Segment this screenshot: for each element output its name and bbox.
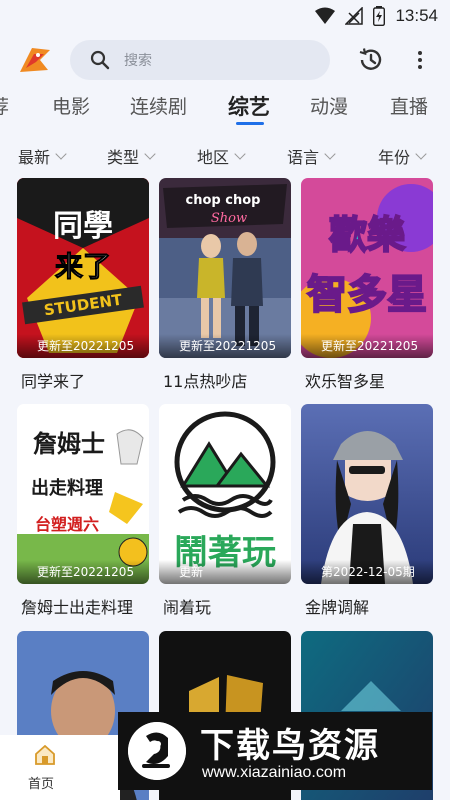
watermark-banner: 下载鸟资源 www.xiazainiao.com: [118, 712, 432, 790]
filter-label: 类型: [107, 148, 140, 167]
card-title: 詹姆士出走料理: [21, 598, 134, 617]
status-time: 13:54: [395, 6, 438, 25]
watermark-url: www.xiazainiao.com: [202, 764, 347, 781]
chevron-down-icon: [144, 148, 156, 160]
update-badge: 第2022-12-05期: [301, 560, 433, 584]
update-badge: 更新: [159, 560, 291, 584]
filter-year[interactable]: 年份: [378, 144, 427, 168]
svg-text:Show: Show: [211, 211, 247, 226]
bird-logo-icon: [128, 722, 186, 780]
poster-image: 詹姆士 出走料理 台塑週六 更新至20221205: [17, 404, 149, 584]
watermark-title: 下载鸟资源: [200, 726, 380, 766]
search-placeholder: 搜索: [124, 53, 152, 69]
search-icon: [90, 50, 110, 70]
wifi-icon: [315, 7, 336, 24]
update-badge: 更新至20221205: [301, 334, 433, 358]
tab-variety[interactable]: 综艺: [228, 91, 270, 121]
update-badge: 更新至20221205: [159, 334, 291, 358]
poster-image: 第2022-12-05期: [301, 404, 433, 584]
top-bar: 搜索: [0, 38, 450, 82]
filter-label: 语言: [287, 148, 320, 167]
poster-image: 歡樂 智多星 更新至20221205: [301, 178, 433, 358]
chevron-down-icon: [324, 148, 336, 160]
filter-language[interactable]: 语言: [287, 144, 336, 168]
svg-text:智多星: 智多星: [307, 272, 427, 318]
mountain-poster-icon: 鬧著玩: [159, 404, 291, 584]
poster-image: 鬧著玩 更新: [159, 404, 291, 584]
bottom-nav: 首页: [0, 735, 120, 800]
signal-icon: [345, 7, 364, 25]
quiz-poster-icon: 歡樂 智多星: [301, 178, 433, 358]
filter-region[interactable]: 地区: [197, 144, 246, 168]
tab-live[interactable]: 直播: [390, 92, 428, 119]
svg-text:来了: 来了: [55, 250, 111, 283]
nav-home-label[interactable]: 首页: [28, 773, 54, 792]
svg-text:歡樂: 歡樂: [329, 213, 406, 257]
tab-series[interactable]: 连续剧: [130, 92, 187, 119]
update-badge: 更新至20221205: [17, 334, 149, 358]
portrait-poster-icon: [301, 404, 433, 584]
svg-text:chop chop: chop chop: [186, 193, 261, 208]
svg-text:同學: 同學: [53, 209, 113, 244]
tab-movie[interactable]: 电影: [52, 92, 90, 119]
battery-icon: [373, 6, 386, 26]
status-icons: 13:54: [315, 6, 438, 26]
app-logo-icon[interactable]: [18, 44, 52, 74]
category-tabs: 荐 电影 连续剧 综艺 动漫 直播: [0, 92, 450, 132]
history-icon[interactable]: [357, 46, 385, 74]
chevron-down-icon: [55, 148, 67, 160]
card-title: 欢乐智多星: [305, 372, 386, 391]
filter-label: 年份: [378, 148, 411, 167]
poster-image: 同學 来了 STUDENT 更新至20221205: [17, 178, 149, 358]
status-bar: 13:54: [0, 0, 450, 32]
chevron-down-icon: [234, 148, 246, 160]
filter-label: 地区: [197, 148, 230, 167]
classmate-poster-icon: 同學 来了 STUDENT: [17, 178, 149, 358]
filter-bar: 最新 类型 地区 语言 年份: [0, 144, 450, 168]
update-badge: 更新至20221205: [17, 560, 149, 584]
filter-label: 最新: [18, 148, 51, 167]
tab-anime[interactable]: 动漫: [310, 92, 348, 119]
cooking-poster-icon: 詹姆士 出走料理 台塑週六: [17, 404, 149, 584]
chevron-down-icon: [415, 148, 427, 160]
filter-type[interactable]: 类型: [107, 144, 156, 168]
tab-recommend[interactable]: 荐: [0, 92, 9, 119]
svg-text:詹姆士: 詹姆士: [33, 430, 105, 458]
svg-text:台塑週六: 台塑週六: [35, 515, 99, 534]
card-title: 金牌调解: [305, 598, 370, 617]
svg-text:出走料理: 出走料理: [31, 477, 103, 499]
poster-image: chop chop Show 更新至20221205: [159, 178, 291, 358]
active-tab-indicator: [236, 122, 264, 125]
card-title: 同学来了: [21, 372, 86, 391]
home-icon[interactable]: [34, 745, 56, 765]
card-title: 闹着玩: [163, 598, 212, 617]
talkshow-poster-icon: chop chop Show: [159, 178, 291, 358]
more-menu-icon[interactable]: [410, 46, 430, 74]
filter-latest[interactable]: 最新: [18, 144, 67, 168]
card-title: 11点热吵店: [163, 372, 248, 391]
search-input[interactable]: 搜索: [70, 40, 330, 80]
